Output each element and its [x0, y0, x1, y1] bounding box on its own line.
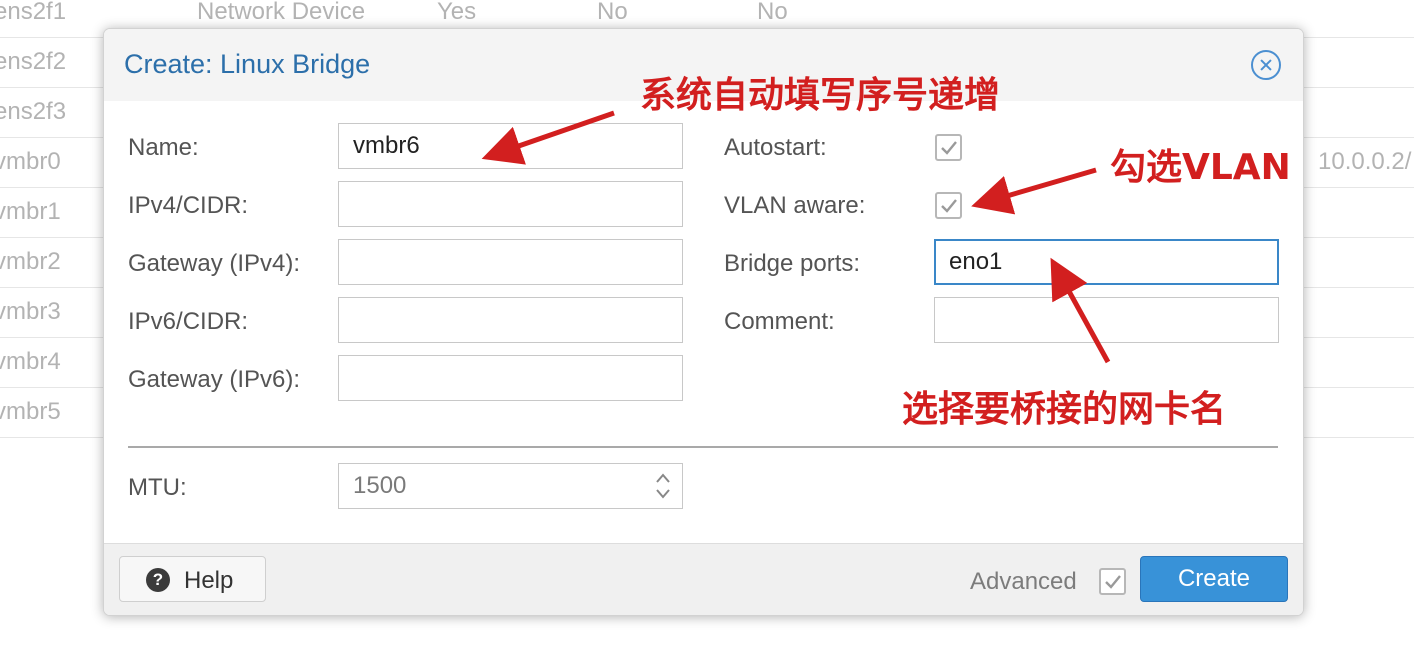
iface-name: vmbr2 — [0, 248, 61, 275]
iface-autostart: No — [597, 0, 628, 25]
autostart-label: Autostart: — [724, 134, 827, 161]
iface-name: vmbr3 — [0, 298, 61, 325]
mtu-label: MTU: — [128, 474, 187, 501]
iface-name: vmbr4 — [0, 348, 61, 375]
comment-label: Comment: — [724, 308, 835, 335]
advanced-label: Advanced — [970, 568, 1077, 595]
close-icon[interactable] — [1251, 50, 1281, 80]
vlan-aware-label: VLAN aware: — [724, 192, 866, 219]
autostart-checkbox[interactable] — [935, 134, 962, 161]
name-input[interactable]: vmbr6 — [338, 123, 683, 169]
annotation-ports-note: 选择要桥接的网卡名 — [902, 389, 1227, 430]
iface-vlan-aware: No — [757, 0, 788, 25]
comment-input[interactable] — [934, 297, 1279, 343]
create-button[interactable]: Create — [1140, 556, 1288, 602]
ipv6-cidr-label: IPv6/CIDR: — [128, 308, 249, 335]
gateway-ipv6-input[interactable] — [338, 355, 683, 401]
iface-cidr: 10.0.0.2/ — [1318, 148, 1412, 175]
advanced-checkbox[interactable] — [1099, 568, 1126, 595]
annotation-name-note: 系统自动填写序号递增 — [640, 75, 1001, 116]
iface-name: vmbr0 — [0, 148, 61, 175]
checkmark-icon — [941, 141, 957, 155]
iface-name: vmbr1 — [0, 198, 61, 225]
name-label: Name: — [128, 134, 199, 161]
iface-name: ens2f1 — [0, 0, 67, 25]
bridge-ports-input[interactable]: eno1 — [934, 239, 1279, 285]
section-divider — [128, 446, 1278, 448]
question-circle-icon: ? — [146, 568, 170, 592]
spinner-arrows-icon[interactable] — [654, 470, 672, 502]
gateway-ipv6-label: Gateway (IPv6): — [128, 366, 301, 393]
mtu-value: 1500 — [353, 472, 407, 499]
iface-name: ens2f3 — [0, 98, 67, 125]
ipv4-cidr-input[interactable] — [338, 181, 683, 227]
checkmark-icon — [941, 199, 957, 213]
iface-name: ens2f2 — [0, 48, 67, 75]
ipv4-cidr-label: IPv4/CIDR: — [128, 192, 249, 219]
gateway-ipv4-label: Gateway (IPv4): — [128, 250, 301, 277]
help-button[interactable]: ? Help — [119, 556, 266, 602]
dialog-title: Create: Linux Bridge — [124, 49, 371, 79]
checkmark-icon — [1105, 575, 1121, 589]
bridge-ports-label: Bridge ports: — [724, 250, 861, 277]
annotation-vlan-note: 勾选VLAN — [1110, 147, 1291, 188]
vlan-aware-checkbox[interactable] — [935, 192, 962, 219]
ipv6-cidr-input[interactable] — [338, 297, 683, 343]
iface-active: Yes — [437, 0, 477, 25]
iface-type: Network Device — [197, 0, 366, 25]
iface-name: vmbr5 — [0, 398, 61, 425]
mtu-spinner[interactable]: 1500 — [338, 463, 683, 509]
gateway-ipv4-input[interactable] — [338, 239, 683, 285]
help-label: Help — [184, 567, 234, 594]
dialog-footer: ? Help Advanced Create — [104, 543, 1303, 615]
